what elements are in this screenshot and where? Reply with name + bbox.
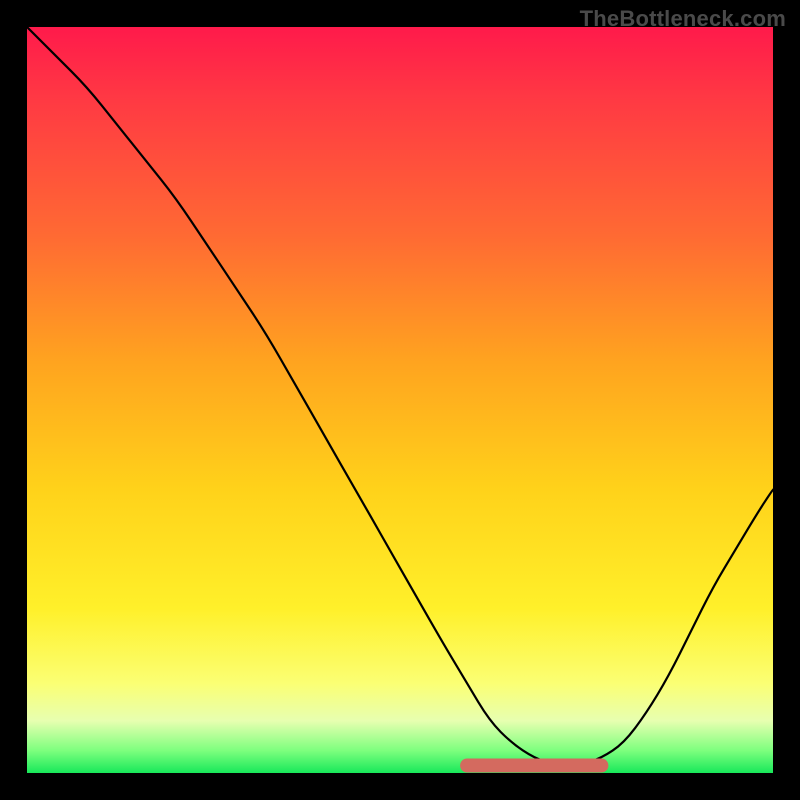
bottleneck-curve: [27, 27, 773, 766]
curve-svg: [27, 27, 773, 773]
watermark-text: TheBottleneck.com: [580, 6, 786, 32]
chart-frame: TheBottleneck.com: [0, 0, 800, 800]
plot-area: [27, 27, 773, 773]
